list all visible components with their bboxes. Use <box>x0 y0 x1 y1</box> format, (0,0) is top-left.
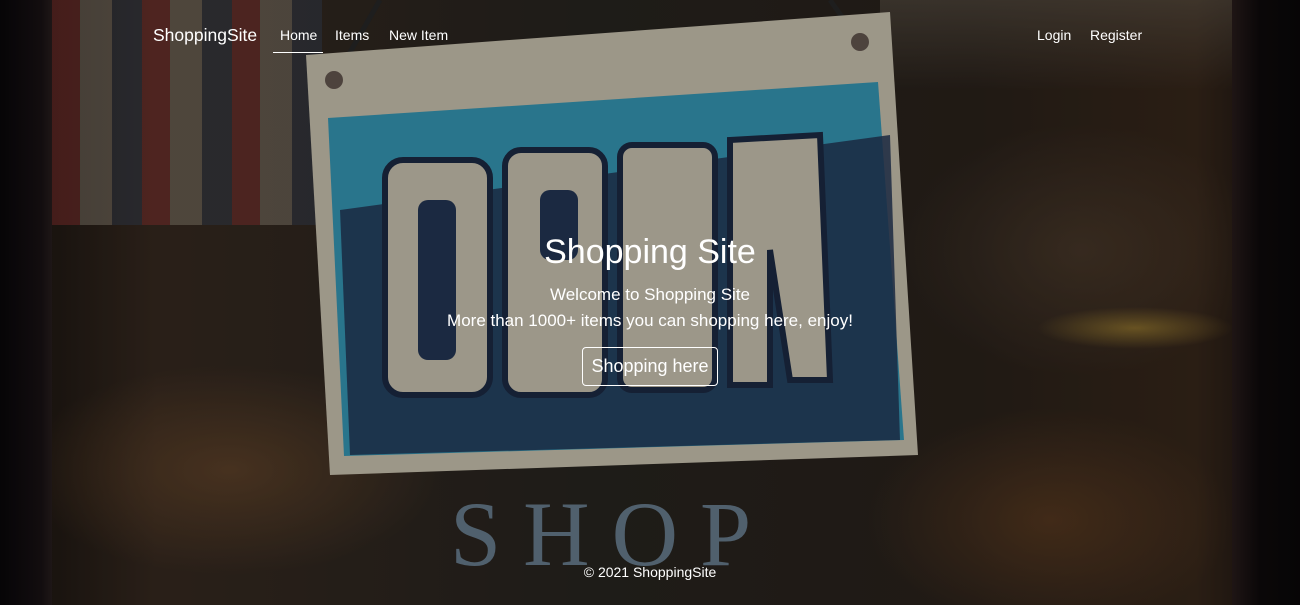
nav-home-link[interactable]: Home <box>280 27 317 43</box>
nav-new-item-link[interactable]: New Item <box>389 27 448 43</box>
hero-subtitle: Welcome to Shopping Site <box>549 285 751 304</box>
top-navbar: ShoppingSite Home Items New Item Login R… <box>0 0 1300 70</box>
nav-items-link[interactable]: Items <box>335 27 369 43</box>
nav-register-link[interactable]: Register <box>1090 27 1142 43</box>
brand-link[interactable]: ShoppingSite <box>153 25 257 46</box>
nav-login-link[interactable]: Login <box>1037 27 1071 43</box>
active-nav-indicator <box>273 52 323 53</box>
shopping-here-button[interactable]: Shopping here <box>582 347 718 386</box>
page-footer: © 2021 ShoppingSite <box>0 564 1300 580</box>
hero-tagline: More than 1000+ items you can shopping h… <box>447 311 853 330</box>
hero-title: Shopping Site <box>544 233 756 271</box>
footer-copyright: © 2021 ShoppingSite <box>583 564 717 580</box>
